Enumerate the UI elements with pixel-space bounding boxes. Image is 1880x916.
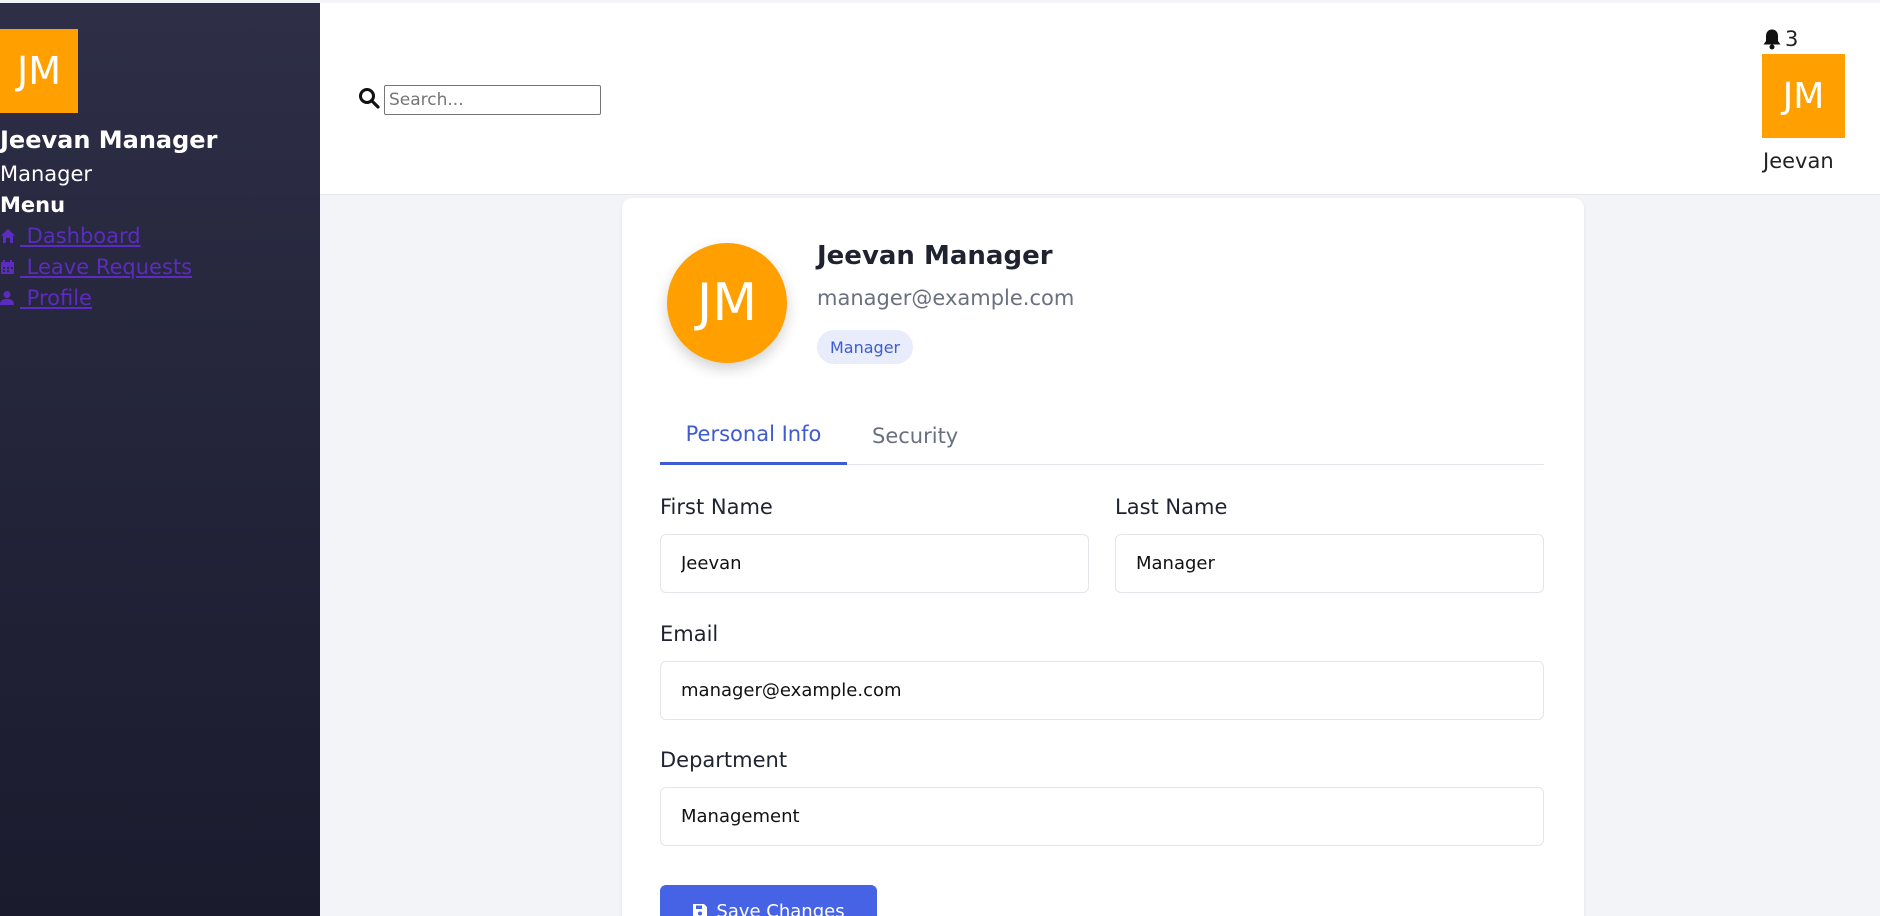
sidebar-avatar: JM	[0, 29, 78, 113]
search-icon	[359, 88, 380, 109]
department-field[interactable]	[660, 787, 1544, 846]
sidebar-item-leave-requests[interactable]: Leave Requests	[0, 255, 192, 279]
save-changes-label: Save Changes	[716, 900, 845, 916]
sidebar-item-label: Dashboard	[20, 224, 141, 248]
profile-name: Jeevan Manager	[817, 241, 1053, 271]
app-root: JM Jeevan Manager Manager Menu Dashboard…	[0, 0, 1880, 916]
last-name-label: Last Name	[1115, 495, 1228, 519]
profile-card: JM Jeevan Manager manager@example.com Ma…	[622, 198, 1584, 916]
save-changes-button[interactable]: Save Changes	[660, 885, 877, 916]
home-icon	[1, 229, 15, 243]
last-name-field[interactable]	[1115, 534, 1544, 593]
sidebar-item-dashboard[interactable]: Dashboard	[0, 224, 141, 248]
notification-count: 3	[1785, 27, 1799, 51]
calendar-icon	[1, 260, 14, 274]
save-icon	[693, 904, 708, 916]
profile-email: manager@example.com	[817, 286, 1075, 310]
profile-avatar: JM	[667, 243, 787, 363]
profile-tabs: Personal Info Security	[660, 406, 1544, 465]
sidebar-item-label: Leave Requests	[20, 255, 193, 279]
tab-personal-info[interactable]: Personal Info	[660, 406, 847, 465]
sidebar: JM Jeevan Manager Manager Menu Dashboard…	[0, 3, 320, 916]
sidebar-menu-title: Menu	[0, 193, 66, 217]
role-badge: Manager	[817, 330, 914, 364]
bell-icon	[1763, 29, 1781, 50]
user-avatar[interactable]: JM	[1762, 54, 1845, 138]
sidebar-user-name: Jeevan Manager	[0, 126, 218, 154]
department-label: Department	[660, 748, 788, 772]
tab-security[interactable]: Security	[872, 406, 958, 465]
email-field[interactable]	[660, 661, 1544, 720]
notification-bell[interactable]: 3	[1762, 27, 1798, 51]
sidebar-item-profile[interactable]: Profile	[0, 286, 92, 310]
top-header: 3 JM Jeevan	[320, 3, 1880, 195]
user-name: Jeevan	[1763, 149, 1834, 173]
first-name-field[interactable]	[660, 534, 1089, 593]
user-icon	[0, 291, 14, 305]
sidebar-user-role: Manager	[0, 162, 93, 186]
sidebar-item-label: Profile	[20, 286, 92, 310]
email-label: Email	[660, 622, 719, 646]
search-input[interactable]	[384, 85, 601, 115]
first-name-label: First Name	[660, 495, 773, 519]
